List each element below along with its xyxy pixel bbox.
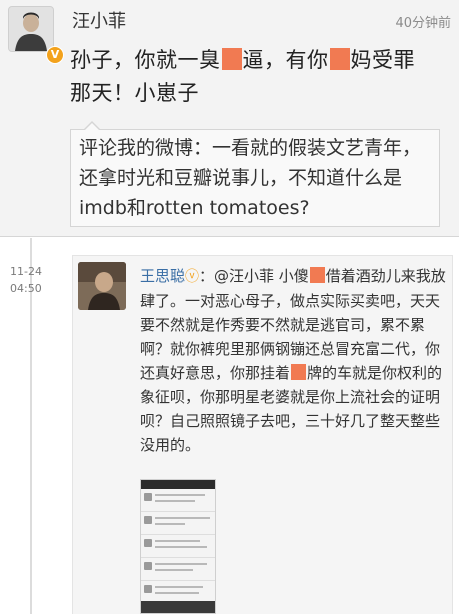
thumbnail-status-bar — [141, 480, 215, 489]
censor-mark — [309, 267, 325, 283]
reply-text-part: 妈受罪 — [350, 48, 415, 72]
post-text-part: ：@汪小菲 小傻 — [199, 267, 309, 285]
person-avatar-icon — [9, 7, 53, 51]
reply-text-part: 逼，有你 — [242, 48, 329, 72]
reply-text-part: 孙子，你就一臭 — [70, 48, 221, 72]
thumbnail-row — [141, 558, 215, 581]
censor-mark — [329, 48, 350, 70]
censor-mark — [291, 364, 307, 380]
original-author-name[interactable]: 王思聪 — [140, 267, 185, 285]
original-post-text: 王思聪ⓥ：@汪小菲 小傻 借着酒劲儿来我放肆了。一对恶心母子，做点实际买卖吧，天天… — [140, 264, 450, 457]
person-avatar-icon — [78, 262, 126, 310]
reply-card: V 汪小菲 40分钟前 孙子，你就一臭 逼，有你 妈受罪 那天！小崽子 评论我的微博… — [0, 0, 459, 237]
reply-timestamp: 40分钟前 — [395, 16, 451, 31]
thumbnail-row — [141, 535, 215, 558]
quoted-comment[interactable]: 评论我的微博：一看就的假装文艺青年，还拿时光和豆瓣说事儿，不知道什么是imdb和… — [70, 129, 440, 227]
quote-pointer-inner — [85, 123, 99, 130]
thumbnail-row — [141, 512, 215, 535]
verified-badge-icon: ⓥ — [185, 269, 200, 285]
avatar[interactable] — [78, 262, 126, 310]
post-date: 11-24 — [10, 265, 42, 278]
verified-badge-icon: V — [46, 46, 64, 64]
thumbnail-tab-bar — [141, 601, 215, 613]
thumbnail-row — [141, 489, 215, 512]
censor-mark — [221, 48, 242, 70]
attached-image-thumbnail[interactable] — [140, 479, 216, 614]
reply-author-name[interactable]: 汪小菲 — [72, 7, 126, 33]
reply-text: 孙子，你就一臭 逼，有你 妈受罪 那天！小崽子 — [70, 44, 450, 110]
post-time: 04:50 — [10, 282, 42, 295]
avatar[interactable] — [8, 6, 54, 52]
reply-text-part: 那天！小崽子 — [70, 81, 199, 105]
